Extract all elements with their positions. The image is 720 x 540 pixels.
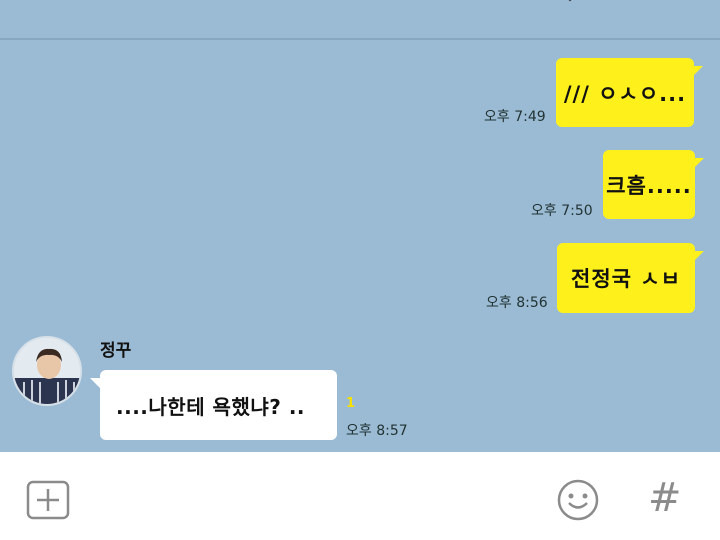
message-text: ....나한테 욕했냐? .. [116, 394, 306, 419]
message-timestamp: 오후 7:49 [484, 109, 546, 125]
message-text: 전정국 ㅅㅂ [571, 267, 681, 291]
sent-message-bubble[interactable]: /// ㅇㅅㅇ... [556, 58, 703, 127]
profile-photo-icon [14, 338, 80, 404]
hashtag-search-button[interactable]: # [648, 478, 682, 518]
input-bar [0, 452, 720, 540]
message-timestamp: 오후 8:57 [346, 423, 408, 439]
unread-count: 1 [346, 396, 356, 411]
sent-message-bubble[interactable]: 크흠..... [603, 150, 704, 219]
sent-message-bubble[interactable]: 전정국 ㅅㅂ [557, 243, 704, 313]
message-text: /// ㅇㅅㅇ... [563, 81, 687, 106]
plus-square-icon[interactable] [26, 480, 70, 520]
message-text: 크흠..... [606, 173, 692, 198]
dropdown-caret-icon[interactable] [562, 0, 578, 4]
chat-message-area[interactable]: /// ㅇㅅㅇ... 오후 7:49 크흠..... 오후 7:50 전정국 ㅅ… [0, 40, 720, 452]
received-message-bubble[interactable]: ....나한테 욕했냐? .. [90, 370, 337, 440]
sender-avatar[interactable] [12, 336, 82, 406]
sender-name: 정꾸 [100, 341, 132, 361]
chat-header [0, 0, 720, 40]
message-timestamp: 오후 7:50 [531, 203, 593, 219]
smile-icon[interactable] [556, 478, 600, 522]
message-timestamp: 오후 8:56 [486, 295, 548, 311]
